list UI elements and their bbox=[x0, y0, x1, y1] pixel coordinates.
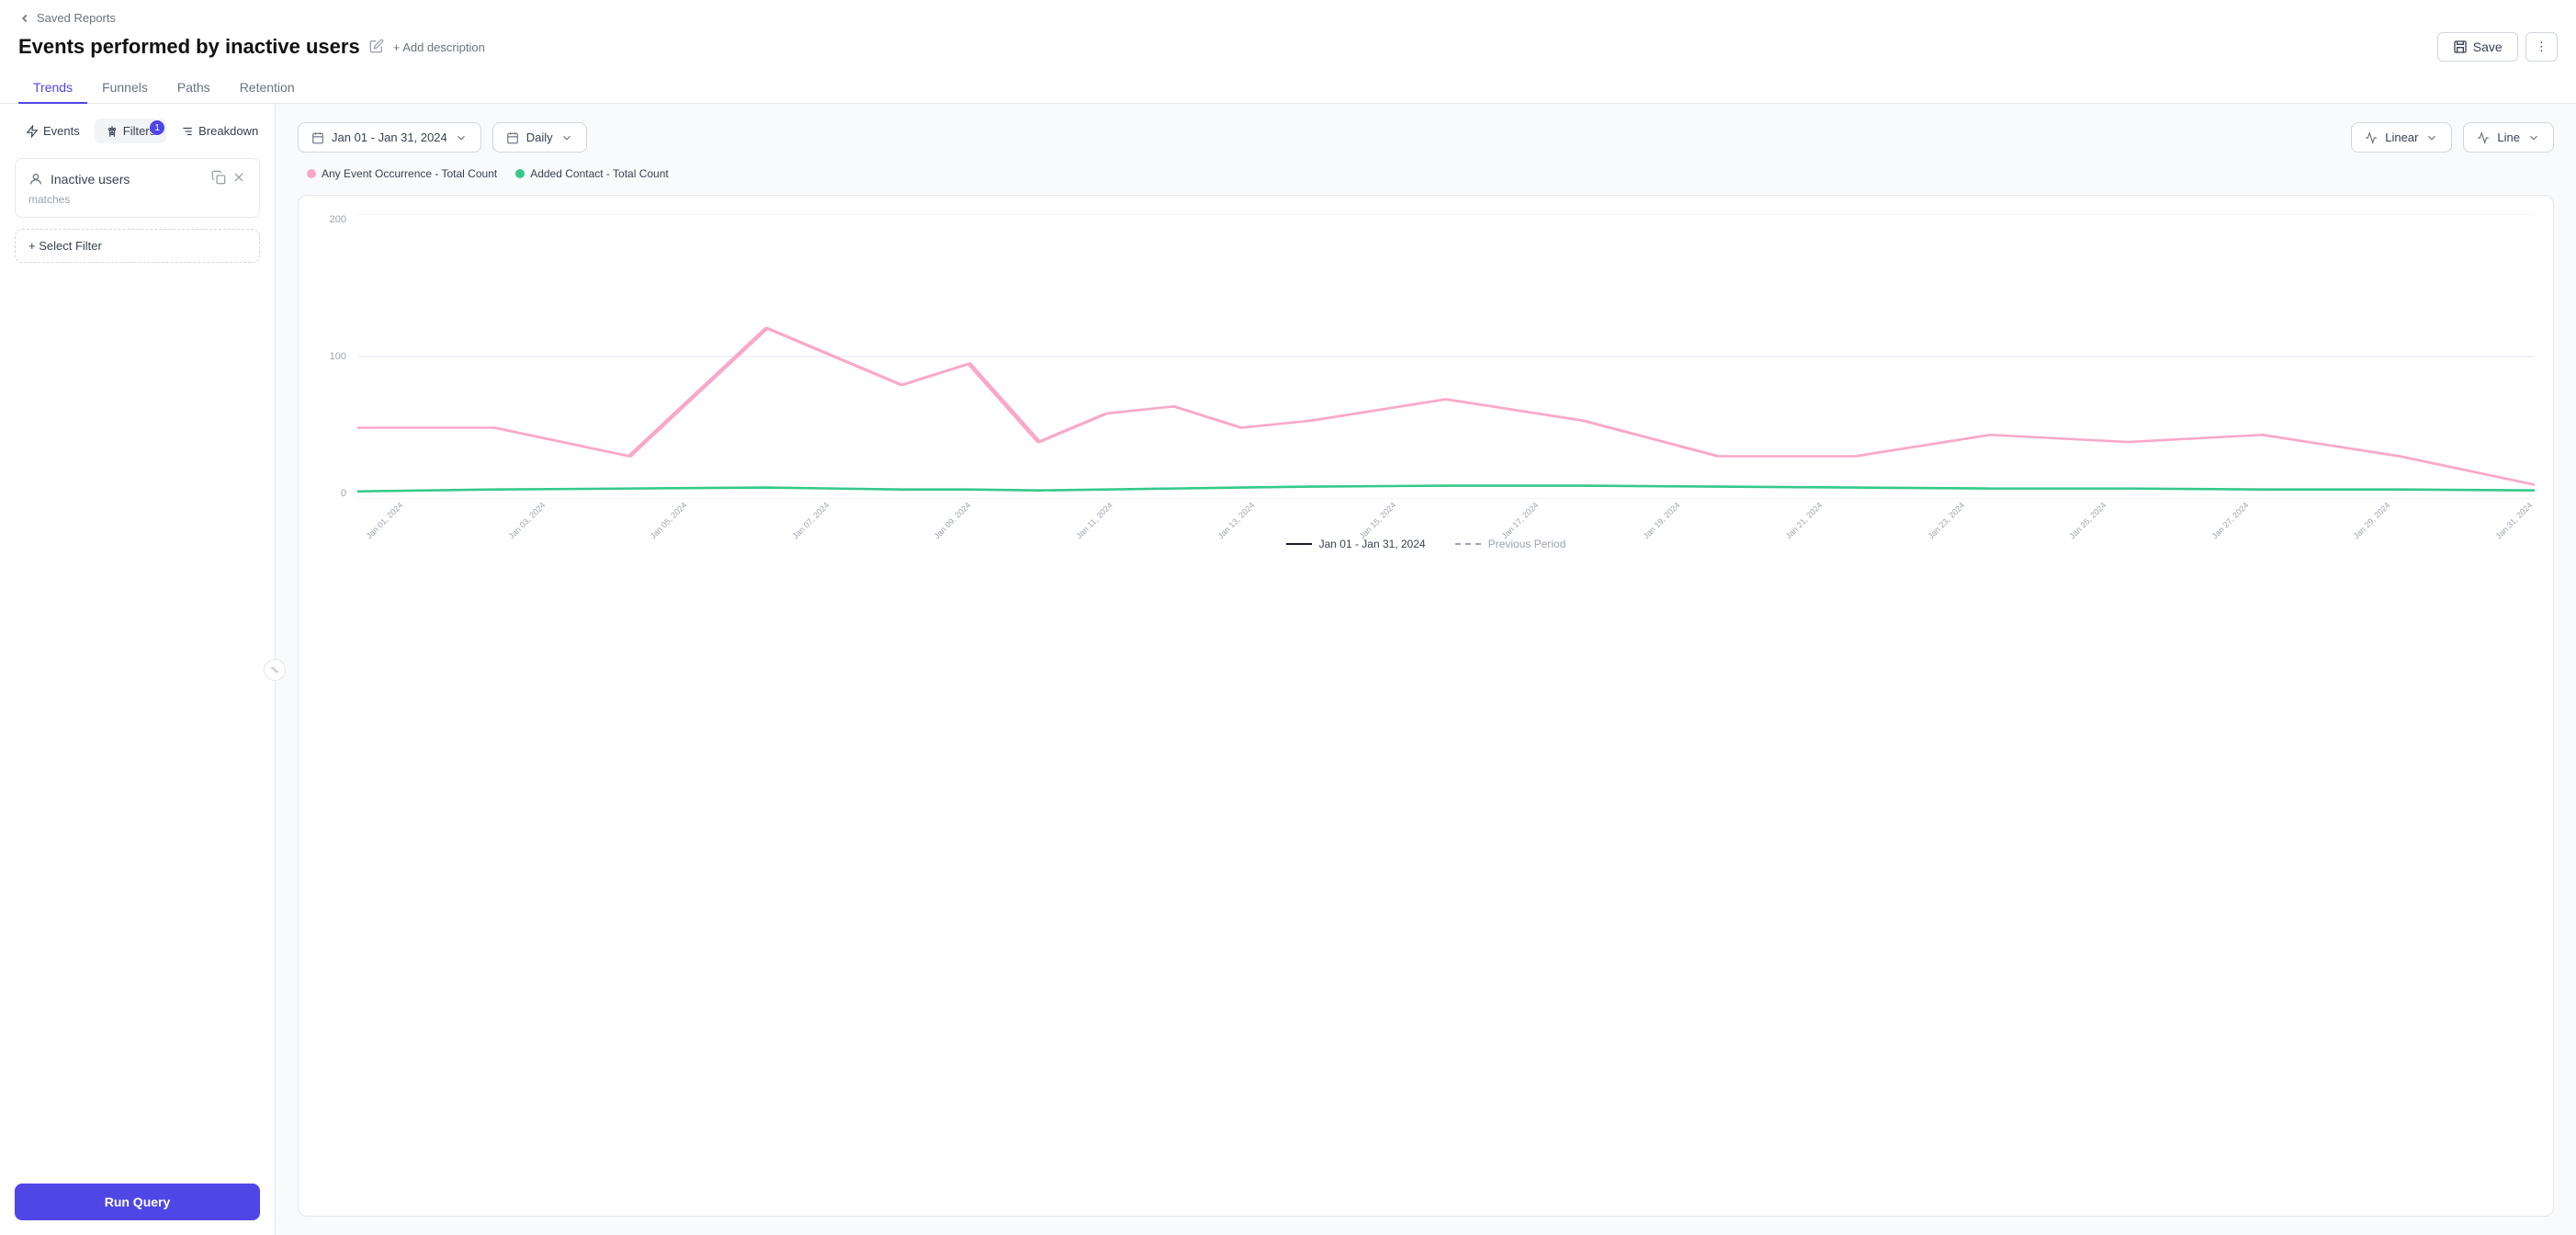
filter-matches: matches bbox=[28, 193, 246, 206]
panel-tabs: Events Filters 1 Breakdown bbox=[15, 119, 260, 143]
run-query-button[interactable]: Run Query bbox=[15, 1184, 260, 1220]
filter-card-actions bbox=[211, 170, 246, 187]
scale-dropdown[interactable]: Linear bbox=[2351, 122, 2452, 153]
edit-icon[interactable] bbox=[369, 39, 384, 56]
chart-container: 200 100 0 bbox=[298, 195, 2554, 1217]
date-range-dropdown[interactable]: Jan 01 - Jan 31, 2024 bbox=[298, 122, 481, 153]
left-panel: Events Filters 1 Breakdown bbox=[0, 104, 276, 1235]
legend-item-1: Added Contact - Total Count bbox=[515, 167, 669, 180]
panel-tab-filters[interactable]: Filters 1 bbox=[95, 119, 166, 143]
bottom-legend-previous: Previous Period bbox=[1455, 538, 1566, 550]
chart-controls: Jan 01 - Jan 31, 2024 Daily bbox=[298, 122, 2554, 153]
title-row: Events performed by inactive users + Add… bbox=[18, 32, 2558, 62]
header: Saved Reports Events performed by inacti… bbox=[0, 0, 2576, 104]
legend-dot-0 bbox=[307, 169, 316, 178]
legend-line-current bbox=[1286, 543, 1312, 545]
filter-card: Inactive users bbox=[15, 158, 260, 218]
chart-type-dropdown[interactable]: Line bbox=[2463, 122, 2554, 153]
chart-legend: Any Event Occurrence - Total Count Added… bbox=[298, 167, 2554, 180]
legend-line-previous bbox=[1455, 543, 1481, 545]
main-tabs: Trends Funnels Paths Retention bbox=[18, 73, 2558, 103]
title-left: Events performed by inactive users + Add… bbox=[18, 35, 485, 59]
tab-paths[interactable]: Paths bbox=[163, 73, 225, 104]
breadcrumb[interactable]: Saved Reports bbox=[18, 11, 2558, 25]
tab-retention[interactable]: Retention bbox=[225, 73, 310, 104]
bottom-legend: Jan 01 - Jan 31, 2024 Previous Period bbox=[317, 538, 2535, 550]
panel-tab-events[interactable]: Events bbox=[15, 119, 91, 143]
y-axis: 200 100 0 bbox=[317, 214, 354, 499]
panel-tab-breakdown[interactable]: Breakdown bbox=[170, 119, 269, 143]
filters-badge: 1 bbox=[150, 120, 164, 135]
header-actions: Save ⋮ bbox=[2437, 32, 2558, 62]
chart-wrap: 200 100 0 bbox=[317, 214, 2535, 527]
page-title: Events performed by inactive users bbox=[18, 35, 360, 59]
chart-svg-area bbox=[357, 214, 2535, 499]
chart-svg bbox=[357, 214, 2535, 499]
page: Saved Reports Events performed by inacti… bbox=[0, 0, 2576, 1235]
close-filter-icon[interactable] bbox=[232, 170, 246, 187]
interval-dropdown[interactable]: Daily bbox=[492, 122, 587, 153]
select-filter-button[interactable]: + Select Filter bbox=[15, 229, 260, 263]
legend-dot-1 bbox=[515, 169, 525, 178]
copy-filter-icon[interactable] bbox=[211, 170, 226, 187]
legend-item-0: Any Event Occurrence - Total Count bbox=[307, 167, 497, 180]
right-panel: Jan 01 - Jan 31, 2024 Daily bbox=[276, 104, 2576, 1235]
save-button[interactable]: Save bbox=[2437, 32, 2518, 62]
bottom-legend-current: Jan 01 - Jan 31, 2024 bbox=[1286, 538, 1426, 550]
filter-card-title: Inactive users bbox=[28, 172, 130, 187]
tab-trends[interactable]: Trends bbox=[18, 73, 87, 104]
main-content: Events Filters 1 Breakdown bbox=[0, 104, 2576, 1235]
resize-handle[interactable] bbox=[264, 659, 286, 681]
more-options-button[interactable]: ⋮ bbox=[2525, 32, 2558, 62]
tab-funnels[interactable]: Funnels bbox=[87, 73, 163, 104]
x-axis: Jan 01, 2024 Jan 03, 2024 Jan 05, 2024 J… bbox=[357, 499, 2535, 527]
add-description-button[interactable]: + Add description bbox=[393, 40, 485, 54]
filter-card-header: Inactive users bbox=[28, 170, 246, 187]
